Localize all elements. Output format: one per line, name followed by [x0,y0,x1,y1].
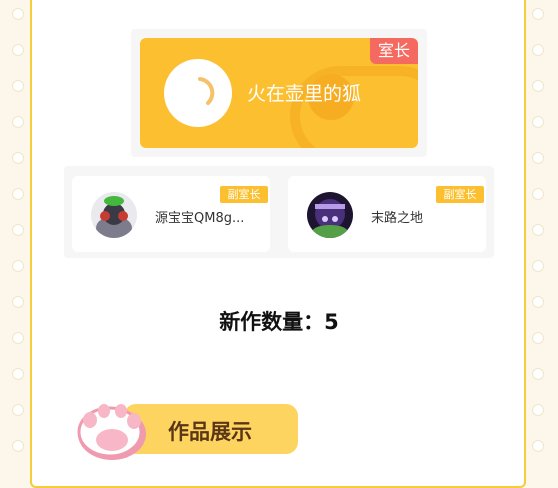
character-avatar-icon [91,192,137,238]
new-works-count: 新作数量：5 [219,310,339,334]
right-edge-decoration [530,0,546,476]
vice-owner-role-badge: 副室长 [220,186,268,203]
vice-owner-name: 源宝宝QM8g... [155,211,245,226]
paw-icon [77,404,146,460]
character-avatar[interactable] [91,192,137,238]
game-cover-avatar[interactable] [307,192,353,238]
owner-role-badge: 室长 [370,38,418,64]
game-cover-icon [307,192,353,238]
left-edge-decoration [10,0,26,476]
owner-name: 火在壶里的狐 [247,83,362,105]
vice-owner-card[interactable]: 末路之地 副室长 [288,176,486,252]
vice-owner-role-badge: 副室长 [436,186,484,203]
vice-owner-name: 末路之地 [371,211,424,226]
owner-section: 火在壶里的狐 室长 [131,29,427,157]
loading-spinner-icon [198,77,215,105]
owner-avatar[interactable] [164,59,232,127]
vice-owner-card[interactable]: 源宝宝QM8g... 副室长 [72,176,270,252]
works-section-title: 作品展示 [168,420,252,444]
vice-owners-section: 源宝宝QM8g... 副室长 末路之地 副室长 [64,166,494,258]
owner-card[interactable]: 火在壶里的狐 室长 [140,38,418,148]
